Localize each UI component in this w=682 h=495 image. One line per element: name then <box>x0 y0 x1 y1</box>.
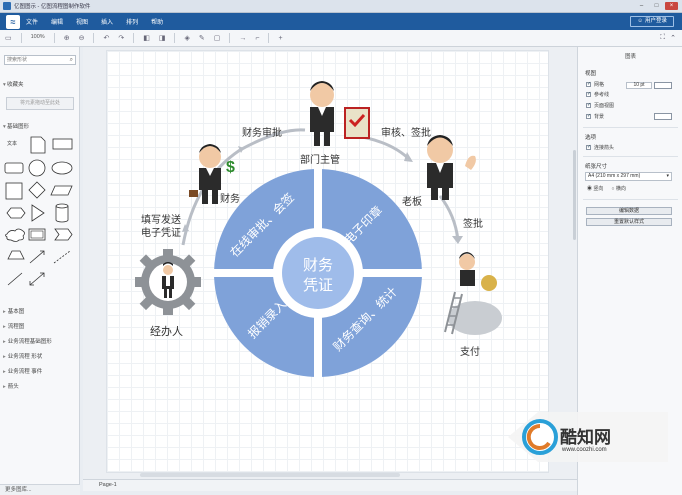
label-boss: 老板 <box>402 197 422 208</box>
svg-text:$: $ <box>226 159 235 176</box>
portrait-radio[interactable]: ◉ 竖向 <box>587 185 603 192</box>
label-finance: 财务 <box>220 194 240 205</box>
label-review-sign: 审核、签批 <box>381 128 431 139</box>
label-approve: 签批 <box>463 219 483 230</box>
pay-person-icon <box>444 252 502 335</box>
watermark-brand: 酷知网 <box>560 428 611 447</box>
landscape-radio[interactable]: ○ 横向 <box>611 185 625 192</box>
guides-checkbox[interactable]: ✓ 参考线 <box>586 91 609 98</box>
grid-color-swatch[interactable] <box>654 82 672 89</box>
grid-size-input[interactable]: 10 pt <box>626 82 652 89</box>
center-label-line2: 凭证 <box>303 277 333 294</box>
panel-title: 图表 <box>624 54 636 60</box>
dept-head-person-icon <box>310 81 370 146</box>
chevron-down-icon: ▾ <box>666 173 669 179</box>
view-section-label: 视图 <box>585 71 597 77</box>
options-section-label: 选项 <box>585 135 597 141</box>
label-pay: 支付 <box>460 347 480 358</box>
reset-style-button[interactable]: 重置默认样式 <box>586 218 672 226</box>
orientation-radios: ◉ 竖向 ○ 横向 <box>587 185 626 192</box>
watermark-url: www.coozhi.com <box>562 447 607 453</box>
label-fill-send-2: 电子凭证 <box>141 228 181 239</box>
label-handler: 经办人 <box>150 326 183 338</box>
background-checkbox[interactable]: ✓ 背景 <box>586 113 604 120</box>
handler-gear-icon <box>135 249 201 315</box>
boss-person-icon <box>427 135 476 200</box>
grid-checkbox[interactable]: ✓ 网格 <box>586 81 604 88</box>
page-view-checkbox[interactable]: ✓ 页面视图 <box>586 102 614 109</box>
center-label-line1: 财务 <box>303 257 333 274</box>
paper-size-label: 纸张尺寸 <box>585 164 608 170</box>
paper-size-select[interactable]: A4 (210 mm x 297 mm) ▾ <box>585 172 672 181</box>
edit-data-button[interactable]: 编辑数据 <box>586 207 672 215</box>
connection-arrows-checkbox[interactable]: ✓ 连接箭头 <box>586 144 614 151</box>
flow-arrow-3 <box>438 195 460 241</box>
label-finance-approval: 财务审批 <box>242 128 282 139</box>
label-dept-head: 部门主管 <box>300 155 340 166</box>
background-color-swatch[interactable] <box>654 113 672 120</box>
